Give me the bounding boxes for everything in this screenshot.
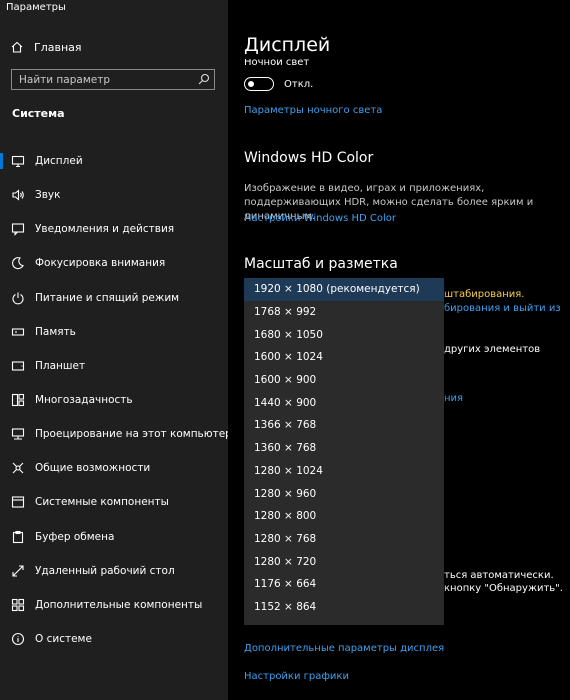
sidebar-item-remote-desktop[interactable]: Удаленный рабочий стол	[0, 554, 228, 588]
graphics-settings-link[interactable]: Настройки графики	[244, 671, 349, 682]
sidebar-item-shared[interactable]: Общие возможности	[0, 451, 228, 485]
storage-icon	[11, 325, 25, 339]
sidebar-item-tablet[interactable]: Планшет	[0, 349, 228, 383]
sidebar-item-label: Питание и спящий режим	[35, 291, 180, 304]
resolution-option[interactable]: 1680 × 1050	[244, 323, 444, 346]
sidebar-item-label: Звук	[35, 189, 61, 202]
components-icon	[11, 495, 25, 509]
sidebar-item-label: Уведомления и действия	[35, 223, 175, 236]
night-light-label: Ночной свет	[244, 59, 310, 67]
tablet-icon	[11, 359, 25, 373]
sign-out-link[interactable]: бирования и выйти из	[444, 303, 561, 314]
sidebar-item-label: О системе	[35, 633, 92, 646]
sidebar-item-label: Фокусировка внимания	[35, 257, 166, 270]
sidebar-item-storage[interactable]: Память	[0, 315, 228, 349]
home-icon	[10, 40, 24, 54]
resolution-option[interactable]: 1600 × 1024	[244, 346, 444, 369]
search-box[interactable]	[11, 69, 215, 90]
search-input[interactable]	[12, 70, 199, 89]
toggle-state-label: Откл.	[284, 79, 314, 90]
auto-detect-text: ться автоматически.	[444, 570, 554, 581]
resolution-option[interactable]: 1366 × 768	[244, 414, 444, 437]
sidebar: Параметры Главная Система Дисплей Звук У…	[0, 0, 232, 700]
remote-desktop-icon	[11, 564, 25, 578]
sidebar-item-about[interactable]: О системе	[0, 622, 228, 656]
sidebar-item-optional-features[interactable]: Дополнительные компоненты	[0, 588, 228, 622]
sidebar-item-label: Системные компоненты	[35, 496, 169, 509]
resolution-option[interactable]: 1176 × 664	[244, 573, 444, 596]
sidebar-item-label: Проецирование на этот компьютер	[35, 428, 232, 441]
sidebar-item-sound[interactable]: Звук	[0, 178, 228, 212]
resolution-dropdown[interactable]: 1920 × 1080 (рекомендуется) 1768 × 992 1…	[244, 278, 444, 625]
size-description-text: других элементов	[444, 344, 541, 355]
sidebar-item-label: Буфер обмена	[35, 530, 115, 543]
resolution-option[interactable]: 1440 × 900	[244, 391, 444, 414]
toggle-knob	[248, 80, 254, 87]
hd-color-heading: Windows HD Color	[244, 150, 374, 166]
advanced-scaling-link[interactable]: ния	[444, 393, 463, 404]
nav-list: Дисплей Звук Уведомления и действия Фоку…	[0, 144, 232, 656]
sidebar-item-label: Дополнительные компоненты	[35, 598, 203, 611]
sidebar-item-clipboard[interactable]: Буфер обмена	[0, 520, 228, 554]
shared-icon	[11, 461, 25, 475]
multitasking-icon	[11, 393, 25, 407]
sidebar-item-notifications[interactable]: Уведомления и действия	[0, 212, 228, 246]
projecting-icon	[11, 427, 25, 441]
resolution-option[interactable]: 1280 × 960	[244, 482, 444, 505]
sidebar-item-label: Планшет	[35, 359, 86, 372]
resolution-option[interactable]: 1280 × 768	[244, 528, 444, 551]
sidebar-item-power[interactable]: Питание и спящий режим	[0, 281, 228, 315]
sidebar-item-label: Удаленный рабочий стол	[35, 564, 175, 577]
sidebar-item-projecting[interactable]: Проецирование на этот компьютер	[0, 417, 232, 451]
app-title: Параметры	[6, 2, 66, 13]
hd-color-settings-link[interactable]: Настройки Windows HD Color	[244, 213, 396, 224]
resolution-option[interactable]: 1280 × 1024	[244, 460, 444, 483]
clipboard-icon	[11, 530, 25, 544]
detect-button-text: кнопку "Обнаружить".	[444, 583, 563, 594]
sidebar-item-display[interactable]: Дисплей	[0, 144, 228, 178]
sidebar-item-components[interactable]: Системные компоненты	[0, 485, 228, 519]
sidebar-item-multitasking[interactable]: Многозадачность	[0, 383, 228, 417]
sidebar-item-label: Дисплей	[35, 155, 83, 168]
resolution-option[interactable]: 1768 × 992	[244, 301, 444, 324]
night-light-toggle[interactable]	[244, 77, 274, 91]
search-icon[interactable]	[198, 73, 210, 85]
resolution-option[interactable]: 1920 × 1080 (рекомендуется)	[244, 278, 444, 301]
sidebar-item-label: Память	[35, 325, 76, 338]
night-light-settings-link[interactable]: Параметры ночного света	[244, 105, 382, 116]
sidebar-item-focus[interactable]: Фокусировка внимания	[0, 246, 228, 280]
scaling-warning-text: штабирования.	[444, 289, 525, 300]
home-label: Главная	[34, 40, 82, 54]
sidebar-item-label: Общие возможности	[35, 462, 151, 475]
power-icon	[11, 291, 25, 305]
monitor-icon	[11, 154, 25, 168]
optional-features-icon	[11, 598, 25, 612]
scale-layout-heading: Масштаб и разметка	[244, 256, 398, 272]
resolution-option[interactable]: 1600 × 900	[244, 369, 444, 392]
info-icon	[11, 632, 25, 646]
resolution-option[interactable]: 1360 × 768	[244, 437, 444, 460]
resolution-option[interactable]: 1280 × 800	[244, 505, 444, 528]
page-title: Дисплей	[244, 34, 331, 56]
section-heading: Система	[12, 107, 65, 120]
speaker-icon	[11, 188, 25, 202]
resolution-option[interactable]: 1152 × 864	[244, 596, 444, 619]
resolution-option[interactable]: 1280 × 720	[244, 550, 444, 573]
advanced-display-settings-link[interactable]: Дополнительные параметры дисплея	[244, 643, 444, 654]
home-nav-item[interactable]: Главная	[10, 38, 220, 56]
sidebar-item-label: Многозадачность	[35, 394, 133, 407]
moon-icon	[11, 256, 25, 270]
notification-icon	[11, 222, 25, 237]
